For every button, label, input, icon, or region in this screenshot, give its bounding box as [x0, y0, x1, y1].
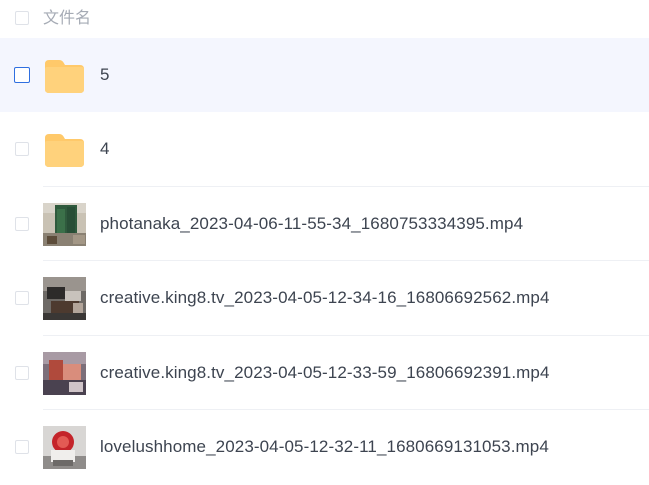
- file-name[interactable]: creative.king8.tv_2023-04-05-12-34-16_16…: [100, 287, 550, 309]
- file-name[interactable]: 5: [100, 64, 110, 86]
- video-thumbnail: [43, 277, 86, 321]
- video-thumbnail: [43, 425, 86, 469]
- file-name[interactable]: 4: [100, 138, 110, 160]
- video-thumbnail: [43, 202, 86, 246]
- file-name[interactable]: lovelushhome_2023-04-05-12-32-11_1680669…: [100, 436, 549, 458]
- file-list: 文件名 5 4 photanaka_2023-04-06-11-55-34_16…: [0, 0, 649, 485]
- file-row[interactable]: photanaka_2023-04-06-11-55-34_1680753334…: [0, 187, 649, 262]
- file-name[interactable]: photanaka_2023-04-06-11-55-34_1680753334…: [100, 213, 523, 235]
- list-header: 文件名: [0, 0, 649, 38]
- file-row[interactable]: creative.king8.tv_2023-04-05-12-33-59_16…: [0, 336, 649, 410]
- folder-icon: [43, 54, 86, 97]
- filename-column-header[interactable]: 文件名: [43, 7, 91, 29]
- file-rows: 5 4 photanaka_2023-04-06-11-55-34_168075…: [0, 38, 649, 484]
- video-thumbnail: [43, 351, 86, 395]
- row-checkbox[interactable]: [15, 365, 29, 380]
- file-row[interactable]: creative.king8.tv_2023-04-05-12-34-16_16…: [0, 261, 649, 336]
- select-all-checkbox[interactable]: [15, 11, 29, 25]
- row-checkbox[interactable]: [14, 67, 30, 83]
- row-checkbox[interactable]: [15, 142, 29, 157]
- file-row[interactable]: 4: [0, 112, 649, 187]
- row-checkbox[interactable]: [15, 439, 29, 454]
- row-checkbox[interactable]: [15, 291, 29, 306]
- file-name[interactable]: creative.king8.tv_2023-04-05-12-33-59_16…: [100, 362, 550, 384]
- file-row[interactable]: 5: [0, 38, 649, 113]
- file-row[interactable]: lovelushhome_2023-04-05-12-32-11_1680669…: [0, 410, 649, 484]
- row-checkbox[interactable]: [15, 216, 29, 231]
- folder-icon: [43, 128, 86, 171]
